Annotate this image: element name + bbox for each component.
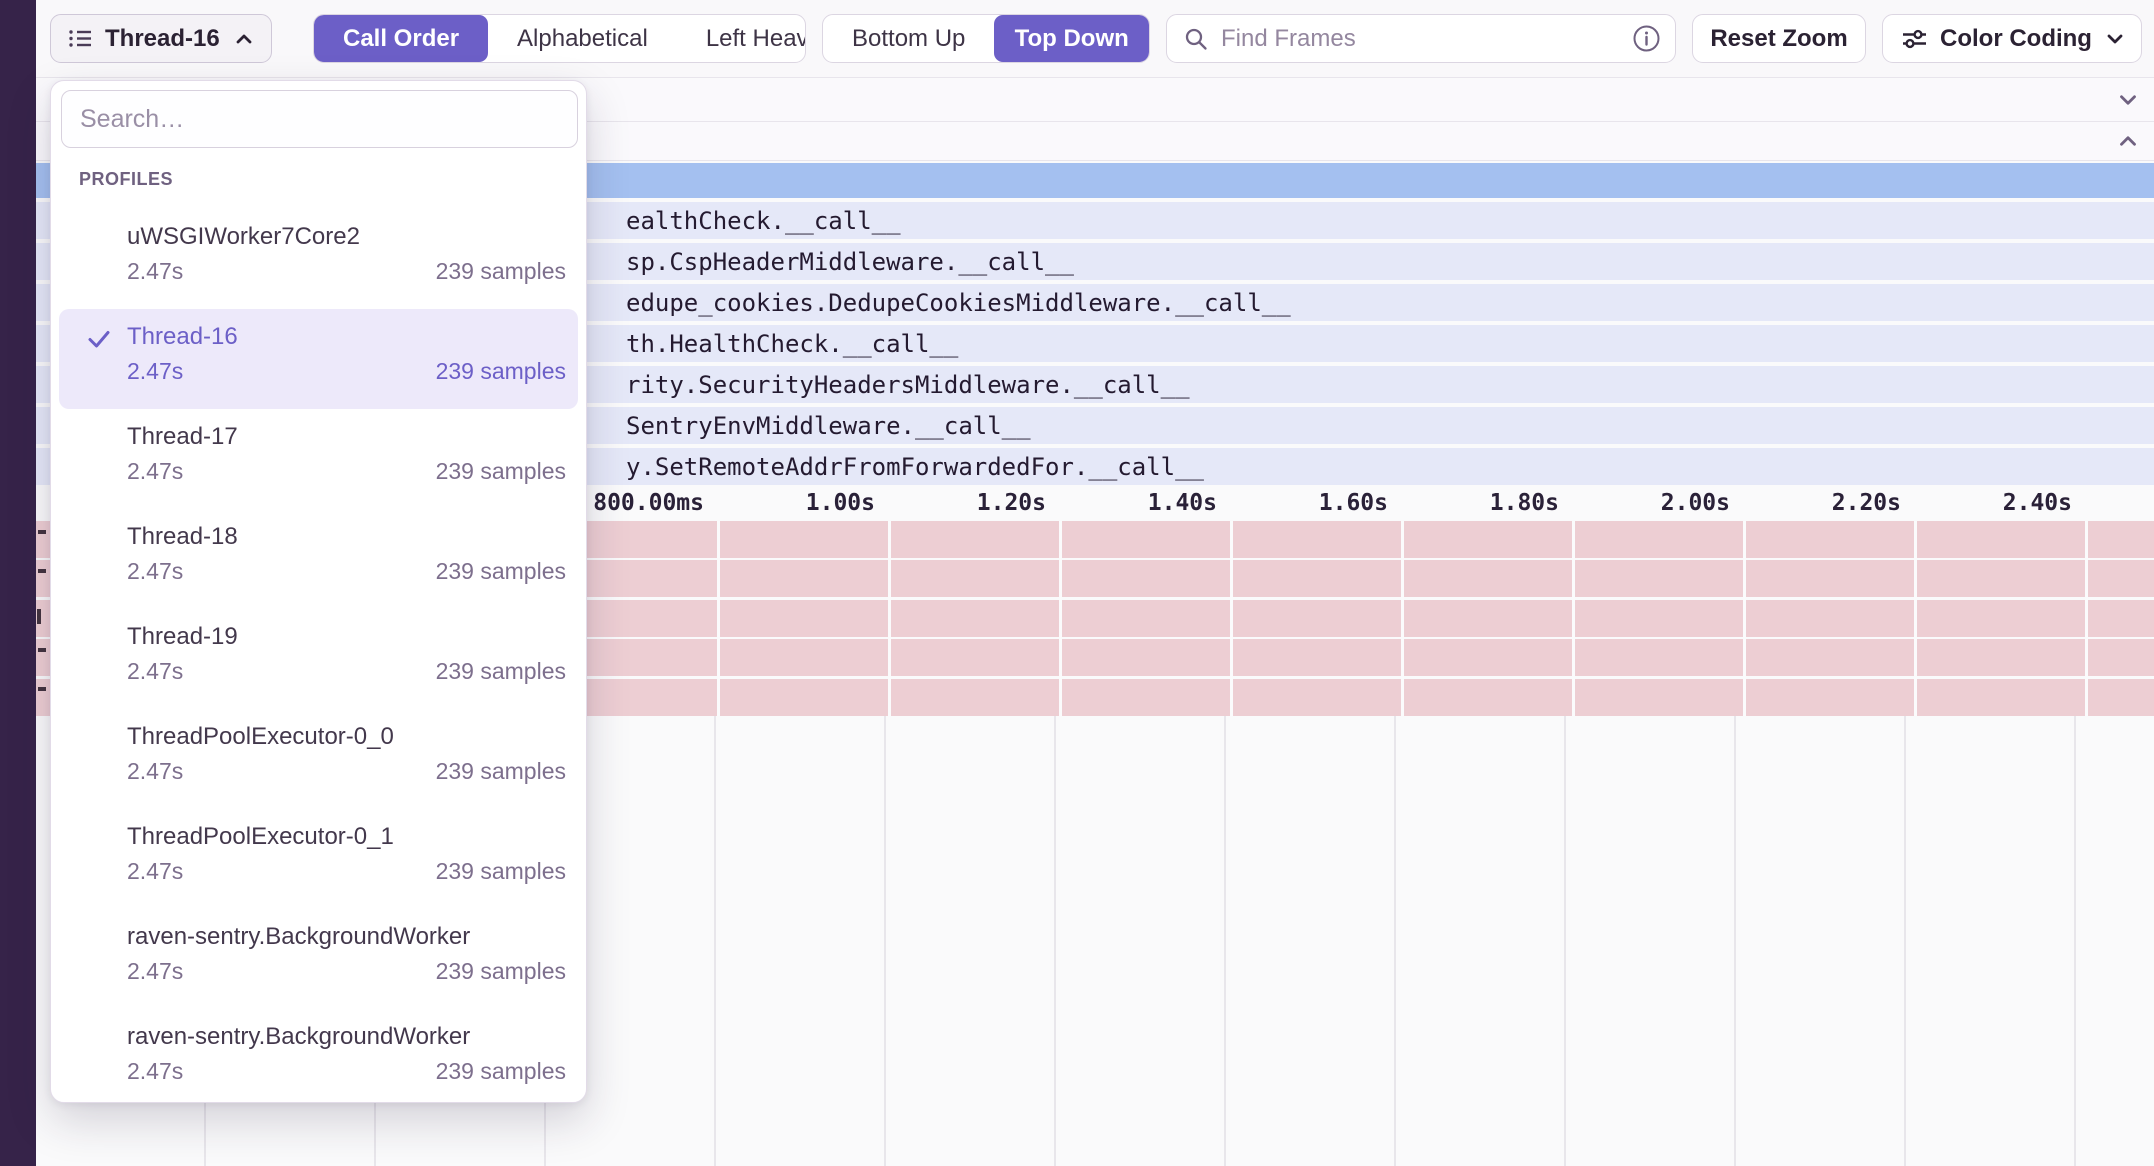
color-coding-button[interactable]: Color Coding [1882,14,2142,63]
profile-option-selected[interactable]: Thread-16 2.47s 239 samples [59,309,578,409]
list-icon [67,25,94,52]
frame-function-name: y.SetRemoteAddrFromForwardedFor.__call__ [626,453,1204,481]
profiles-list: uWSGIWorker7Core2 2.47s 239 samples Thre… [51,209,586,1103]
profile-name: raven-sentry.BackgroundWorker [127,1021,566,1053]
profile-name: Thread-16 [127,321,566,353]
frame-function-name: th.HealthCheck.__call__ [626,330,958,358]
frame-function-name: edupe_cookies.DedupeCookiesMiddleware.__… [626,289,1291,317]
profile-name: uWSGIWorker7Core2 [127,221,566,253]
app-sidebar-strip [0,0,36,1166]
frame-text-fragment [38,648,46,652]
profile-duration: 2.47s [127,256,183,286]
frame-function-name: ealthCheck.__call__ [626,207,901,235]
profile-samples: 239 samples [436,856,566,886]
profile-duration: 2.47s [127,556,183,586]
sliders-icon [1901,27,1928,51]
search-icon [1183,26,1209,52]
section-expand-chevron-down-icon[interactable] [2115,87,2141,113]
frame-function-name: SentryEnvMiddleware.__call__ [626,412,1031,440]
segment-top-down[interactable]: Top Down [994,15,1149,62]
dropdown-section-label: PROFILES [79,169,173,190]
profile-option[interactable]: Thread-17 2.47s 239 samples [59,409,578,509]
profile-duration: 2.47s [127,1056,183,1086]
checkmark-icon [85,325,113,353]
axis-tick: 1.20s [896,490,1046,516]
info-icon[interactable] [1632,24,1661,53]
profile-samples: 239 samples [436,556,566,586]
profile-duration: 2.47s [127,456,183,486]
segment-call-order[interactable]: Call Order [314,15,488,62]
frame-text-fragment [37,609,41,624]
profile-name: raven-sentry.BackgroundWorker [127,921,566,953]
profile-duration: 2.47s [127,356,183,386]
thread-selector-label: Thread-16 [105,25,220,53]
profile-samples: 239 samples [436,356,566,386]
profile-samples: 239 samples [436,456,566,486]
profile-duration: 2.47s [127,956,183,986]
find-frames-input[interactable] [1221,25,1620,53]
profile-samples: 239 samples [436,756,566,786]
reset-zoom-label: Reset Zoom [1710,25,1847,53]
axis-tick: 1.40s [1067,490,1217,516]
profile-samples: 239 samples [436,956,566,986]
profile-duration: 2.47s [127,856,183,886]
segment-bottom-up[interactable]: Bottom Up [823,15,994,62]
dropdown-search[interactable] [61,90,578,148]
find-frames-search[interactable] [1166,14,1676,63]
axis-tick: 2.20s [1751,490,1901,516]
profile-samples: 239 samples [436,656,566,686]
profile-duration: 2.47s [127,756,183,786]
profile-option[interactable]: Thread-18 2.47s 239 samples [59,509,578,609]
profile-name: Thread-19 [127,621,566,653]
frame-text-fragment [38,569,46,573]
color-coding-label: Color Coding [1940,25,2092,53]
axis-tick: 1.00s [725,490,875,516]
section-collapse-chevron-up-icon[interactable] [2115,128,2141,154]
profile-duration: 2.47s [127,656,183,686]
segment-left-heavy[interactable]: Left Heavy [677,15,806,62]
thread-selector-dropdown: PROFILES uWSGIWorker7Core2 2.47s 239 sam… [50,80,587,1103]
profile-option[interactable]: ThreadPoolExecutor-0_0 2.47s 239 samples [59,709,578,809]
profile-name: Thread-18 [127,521,566,553]
profile-samples: 239 samples [436,1056,566,1086]
profile-option[interactable]: ThreadPoolExecutor-0_1 2.47s 239 samples [59,809,578,909]
segment-alphabetical[interactable]: Alphabetical [488,15,677,62]
reset-zoom-button[interactable]: Reset Zoom [1692,14,1866,63]
thread-selector-button[interactable]: Thread-16 [50,14,272,63]
frame-text-fragment [38,530,46,534]
chevron-down-icon [2104,28,2126,50]
profile-option[interactable]: Thread-19 2.47s 239 samples [59,609,578,709]
sort-segmented-control: Call Order Alphabetical Left Heavy [313,14,806,63]
profile-name: ThreadPoolExecutor-0_0 [127,721,566,753]
frame-function-name: sp.CspHeaderMiddleware.__call__ [626,248,1074,276]
profile-name: ThreadPoolExecutor-0_1 [127,821,566,853]
axis-tick: 1.60s [1238,490,1388,516]
profile-samples: 239 samples [436,256,566,286]
chevron-up-icon [233,28,255,50]
direction-segmented-control: Bottom Up Top Down [822,14,1150,63]
profiler-flamegraph-page: Thread-16 Call Order Alphabetical Left H… [0,0,2154,1166]
frame-function-name: rity.SecurityHeadersMiddleware.__call__ [626,371,1190,399]
axis-tick: 2.40s [1922,490,2072,516]
axis-tick: 1.80s [1409,490,1559,516]
profile-name: Thread-17 [127,421,566,453]
frame-text-fragment [38,687,46,691]
flamegraph-toolbar: Thread-16 Call Order Alphabetical Left H… [36,0,2154,78]
profile-option[interactable]: raven-sentry.BackgroundWorker 2.47s 239 … [59,909,578,1009]
dropdown-search-input[interactable] [80,105,559,134]
axis-tick: 2.00s [1580,490,1730,516]
profile-option[interactable]: raven-sentry.BackgroundWorker 2.47s 239 … [59,1009,578,1103]
profile-option[interactable]: uWSGIWorker7Core2 2.47s 239 samples [59,209,578,309]
